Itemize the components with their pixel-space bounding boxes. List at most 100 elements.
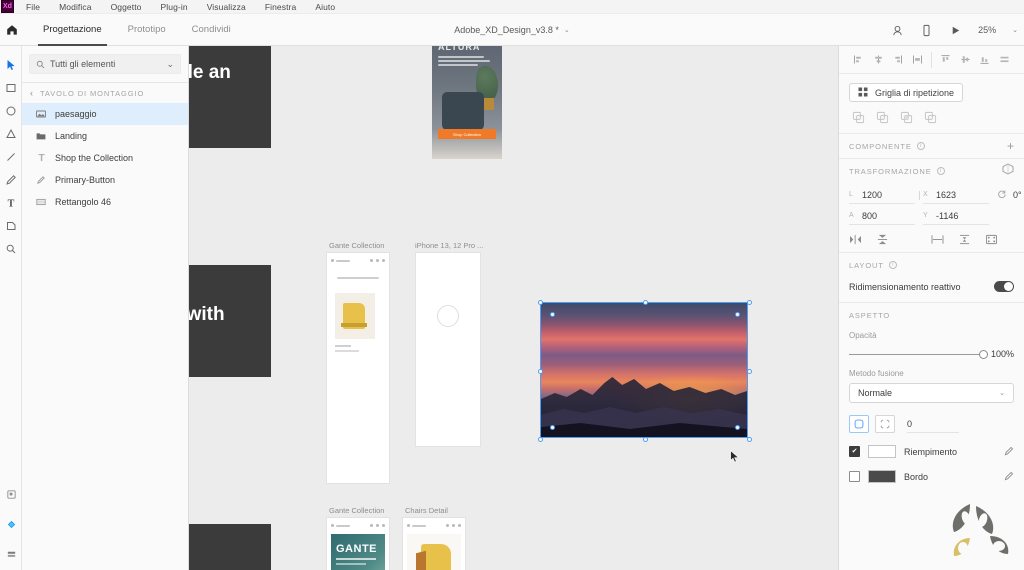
polygon-tool[interactable] <box>0 123 22 145</box>
text-tool[interactable]: T <box>0 192 22 214</box>
tab-condividi[interactable]: Condividi <box>179 14 244 46</box>
layer-item-shop-the-collection[interactable]: T Shop the Collection <box>22 147 188 169</box>
tab-progettazione[interactable]: Progettazione <box>30 14 115 46</box>
corner-radius-field[interactable]: 0 <box>907 416 959 433</box>
line-tool[interactable] <box>0 146 22 168</box>
chevron-down-icon[interactable]: ⌄ <box>166 59 174 70</box>
chevron-left-icon[interactable]: ‹ <box>30 88 33 98</box>
repeat-grid-button[interactable]: Griglia di ripetizione <box>849 83 964 102</box>
hero-cta-button[interactable]: Shop Collection <box>438 129 496 139</box>
corner-radius-handle-tl[interactable] <box>550 312 555 317</box>
align-top-icon[interactable] <box>936 49 956 71</box>
artboard-label-chairs-detail[interactable]: Chairs Detail <box>405 506 448 515</box>
artboard-label-gante-collection-2[interactable]: Gante Collection <box>329 506 384 515</box>
menu-item-file[interactable]: File <box>26 2 40 12</box>
y-field[interactable]: Y -1146 <box>923 207 989 225</box>
corner-radius-individual-button[interactable] <box>875 415 895 433</box>
blend-mode-select[interactable]: Normale ⌄ <box>849 383 1014 403</box>
resize-handle-br[interactable] <box>747 437 752 442</box>
play-icon[interactable] <box>949 24 962 37</box>
menu-item-visualizza[interactable]: Visualizza <box>207 2 246 12</box>
selected-image-paesaggio[interactable] <box>541 303 747 437</box>
distribute-icon[interactable] <box>995 49 1015 71</box>
layer-item-landing[interactable]: Landing <box>22 125 188 147</box>
artboard-dark-top[interactable]: yle an <box>189 46 271 148</box>
flip-horizontal-icon[interactable] <box>849 234 862 245</box>
layer-item-primary-button[interactable]: Primary-Button <box>22 169 188 191</box>
menu-item-modifica[interactable]: Modifica <box>59 2 91 12</box>
artboard-hero-mockup[interactable]: ALTURA Shop Collection <box>432 46 502 159</box>
resize-handle-tr[interactable] <box>747 300 752 305</box>
resize-icon[interactable] <box>985 234 998 245</box>
layers-search-input[interactable]: Tutti gli elementi ⌄ <box>29 54 181 74</box>
height-field[interactable]: A 800 <box>849 207 915 225</box>
add-component-button[interactable]: + <box>1007 140 1014 152</box>
zoom-level[interactable]: 25% <box>978 25 996 35</box>
corner-radius-handle-br[interactable] <box>735 425 740 430</box>
boolean-subtract-icon[interactable] <box>876 111 889 124</box>
lock-aspect-ratio-icon[interactable] <box>915 186 923 204</box>
coedit-icon[interactable] <box>891 24 904 37</box>
align-middle-v-icon[interactable] <box>955 49 975 71</box>
align-right-icon[interactable] <box>888 49 908 71</box>
pen-tool[interactable] <box>0 169 22 191</box>
boolean-add-icon[interactable] <box>852 111 865 124</box>
zoom-tool[interactable] <box>0 238 22 260</box>
align-left-icon[interactable] <box>849 49 869 71</box>
device-preview-icon[interactable] <box>920 24 933 37</box>
boolean-exclude-icon[interactable] <box>924 111 937 124</box>
resize-handle-tl[interactable] <box>538 300 543 305</box>
layer-item-paesaggio[interactable]: paesaggio <box>22 103 188 125</box>
fill-eyedropper-icon[interactable] <box>1003 446 1014 457</box>
menu-item-aiuto[interactable]: Aiuto <box>315 2 335 12</box>
fill-checkbox[interactable] <box>849 446 860 457</box>
align-justify-icon[interactable] <box>908 49 928 71</box>
artboard-label-iphone[interactable]: iPhone 13, 12 Pro ... <box>415 241 483 250</box>
creative-cloud-libraries-icon[interactable] <box>0 513 22 535</box>
rectangle-tool[interactable] <box>0 77 22 99</box>
tab-prototipo[interactable]: Prototipo <box>115 14 179 46</box>
menu-item-finestra[interactable]: Finestra <box>265 2 297 12</box>
menu-item-oggetto[interactable]: Oggetto <box>111 2 142 12</box>
corner-radius-all-button[interactable] <box>849 415 869 433</box>
resize-handle-bc[interactable] <box>642 437 648 442</box>
responsive-resize-toggle[interactable] <box>994 281 1014 292</box>
border-eyedropper-icon[interactable] <box>1003 471 1014 482</box>
corner-radius-handle-tr[interactable] <box>735 312 740 317</box>
resize-handle-bl[interactable] <box>538 437 543 442</box>
align-center-h-icon[interactable] <box>869 49 889 71</box>
resize-handle-tc[interactable] <box>642 300 648 305</box>
artboard-chairs-detail[interactable] <box>402 517 466 570</box>
zoom-chevron-down-icon[interactable]: ⌄ <box>1012 26 1018 34</box>
artboard-gante-banner[interactable]: GANTE <box>326 517 390 570</box>
resize-handle-mr[interactable] <box>747 368 752 374</box>
resize-handle-ml[interactable] <box>538 368 543 374</box>
select-tool[interactable] <box>0 54 22 76</box>
layer-item-rettangolo-46[interactable]: Rettangolo 46 <box>22 191 188 213</box>
rotation-field[interactable]: 0° <box>989 186 1022 204</box>
ellipse-tool[interactable] <box>0 100 22 122</box>
3d-transform-icon[interactable] <box>1002 162 1014 180</box>
info-icon[interactable]: i <box>916 142 925 150</box>
layers-panel-icon[interactable] <box>0 543 22 565</box>
border-checkbox[interactable] <box>849 471 860 482</box>
artboard-dark-middle[interactable]: t with <box>189 265 271 377</box>
home-icon[interactable] <box>0 24 24 36</box>
menu-item-plugin[interactable]: Plug-in <box>161 2 188 12</box>
fill-color-swatch[interactable] <box>868 445 896 458</box>
boolean-intersect-icon[interactable] <box>900 111 913 124</box>
artboard-iphone-blank[interactable] <box>415 252 481 447</box>
x-field[interactable]: X 1623 <box>923 186 989 204</box>
corner-radius-handle-bl[interactable] <box>550 425 555 430</box>
align-bottom-icon[interactable] <box>975 49 995 71</box>
width-field[interactable]: L 1200 <box>849 186 915 204</box>
info-icon[interactable]: i <box>936 167 945 175</box>
design-canvas[interactable]: yle an t with ivity ALTURA Shop Collecti… <box>189 46 838 570</box>
mirror-v-icon[interactable] <box>958 234 971 245</box>
plugins-icon[interactable] <box>0 483 22 505</box>
chevron-down-icon[interactable]: ⌄ <box>564 26 570 34</box>
border-color-swatch[interactable] <box>868 470 896 483</box>
artboard-dark-bottom[interactable]: ivity <box>189 524 271 570</box>
artboard-label-gante-collection-1[interactable]: Gante Collection <box>329 241 384 250</box>
mirror-h-icon[interactable] <box>931 234 944 245</box>
